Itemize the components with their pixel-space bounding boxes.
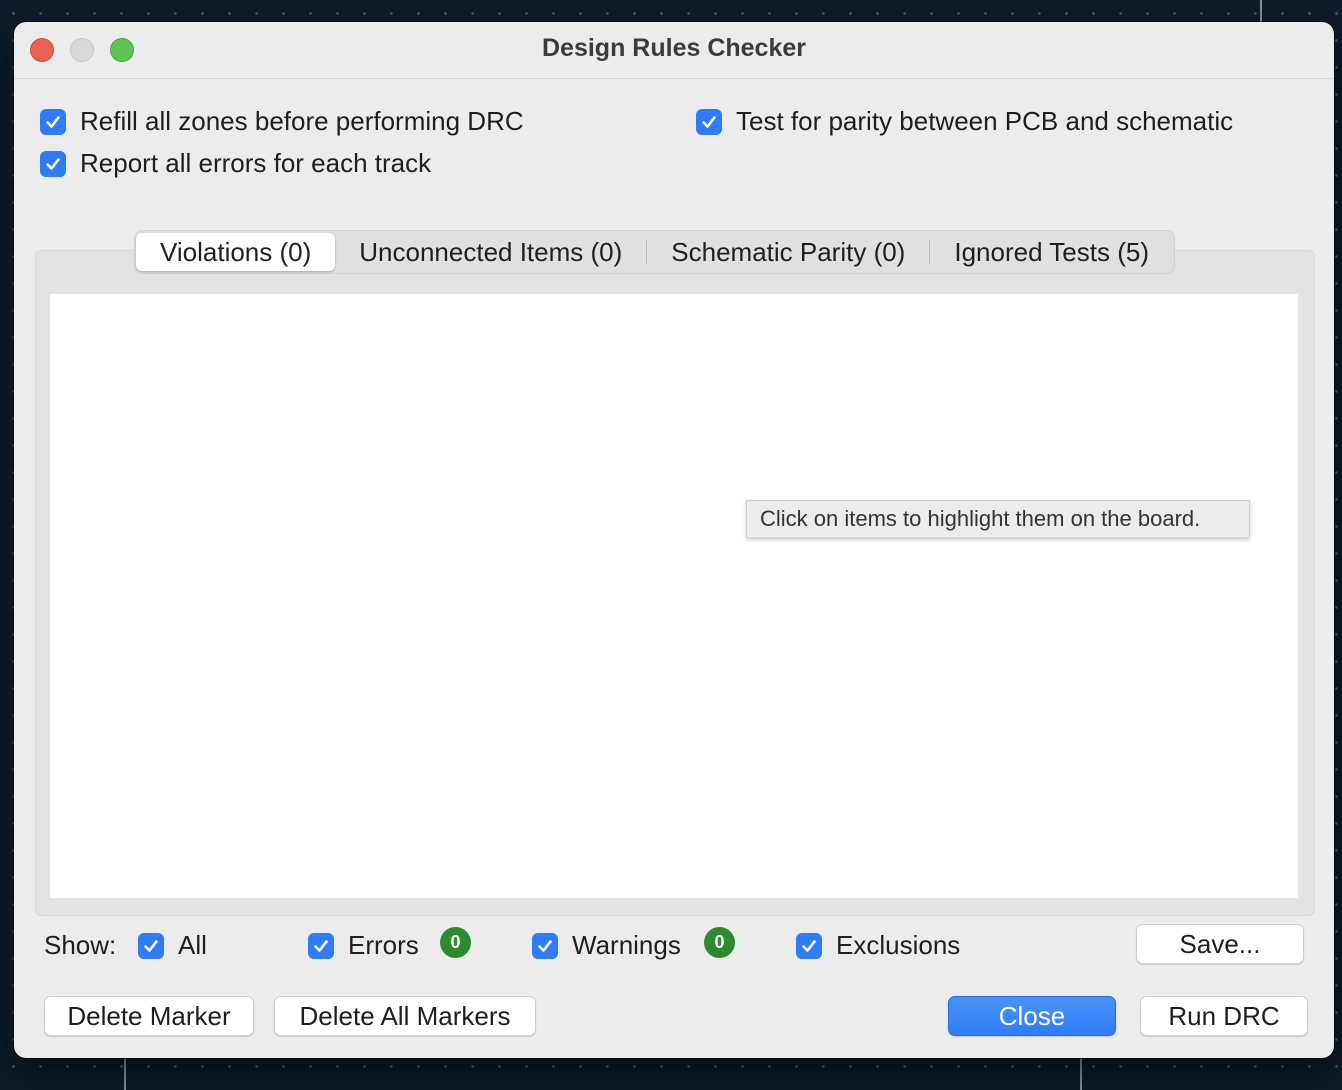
- refill-zones-checkbox[interactable]: Refill all zones before performing DRC: [40, 106, 524, 137]
- errors-count-badge: 0: [440, 927, 471, 958]
- report-all-errors-label: Report all errors for each track: [80, 148, 432, 178]
- checkmark-icon: [796, 932, 822, 959]
- checkmark-icon: [308, 932, 334, 959]
- show-warnings-label: Warnings: [572, 930, 681, 960]
- drc-dialog: Design Rules Checker Refill all zones be…: [14, 22, 1334, 1058]
- show-exclusions-label: Exclusions: [836, 930, 961, 960]
- tab-unconnected-items[interactable]: Unconnected Items (0): [335, 233, 646, 271]
- show-all-label: All: [178, 930, 207, 960]
- background-line-top: [1260, 0, 1262, 22]
- tooltip: Click on items to highlight them on the …: [746, 500, 1250, 538]
- test-parity-label: Test for parity between PCB and schemati…: [736, 106, 1234, 136]
- show-errors-label: Errors: [348, 930, 419, 960]
- title-bar: Design Rules Checker: [14, 22, 1334, 79]
- close-button[interactable]: Close: [948, 996, 1116, 1036]
- warnings-count-badge: 0: [704, 927, 735, 958]
- report-all-errors-checkbox[interactable]: Report all errors for each track: [40, 148, 431, 179]
- window-title: Design Rules Checker: [542, 34, 806, 62]
- show-all-checkbox[interactable]: All: [138, 930, 207, 961]
- checkmark-icon: [138, 932, 164, 959]
- test-parity-checkbox[interactable]: Test for parity between PCB and schemati…: [696, 106, 1233, 137]
- refill-zones-label: Refill all zones before performing DRC: [80, 106, 524, 136]
- delete-marker-button[interactable]: Delete Marker: [44, 996, 254, 1036]
- checkmark-icon: [532, 932, 558, 959]
- checkmark-icon: [40, 108, 66, 135]
- checkmark-icon: [696, 108, 722, 135]
- show-exclusions-checkbox[interactable]: Exclusions: [796, 930, 960, 961]
- tab-bar: Violations (0) Unconnected Items (0) Sch…: [134, 230, 1175, 274]
- show-warnings-checkbox[interactable]: Warnings: [532, 930, 681, 961]
- checkmark-icon: [40, 150, 66, 177]
- delete-all-markers-button[interactable]: Delete All Markers: [274, 996, 536, 1036]
- show-label: Show:: [44, 930, 117, 960]
- show-errors-checkbox[interactable]: Errors: [308, 930, 419, 961]
- tab-schematic-parity[interactable]: Schematic Parity (0): [647, 233, 929, 271]
- run-drc-button[interactable]: Run DRC: [1140, 996, 1308, 1036]
- save-button[interactable]: Save...: [1136, 924, 1304, 964]
- violations-list[interactable]: [50, 294, 1298, 898]
- tab-ignored-tests[interactable]: Ignored Tests (5): [930, 233, 1173, 271]
- tab-violations[interactable]: Violations (0): [136, 233, 336, 271]
